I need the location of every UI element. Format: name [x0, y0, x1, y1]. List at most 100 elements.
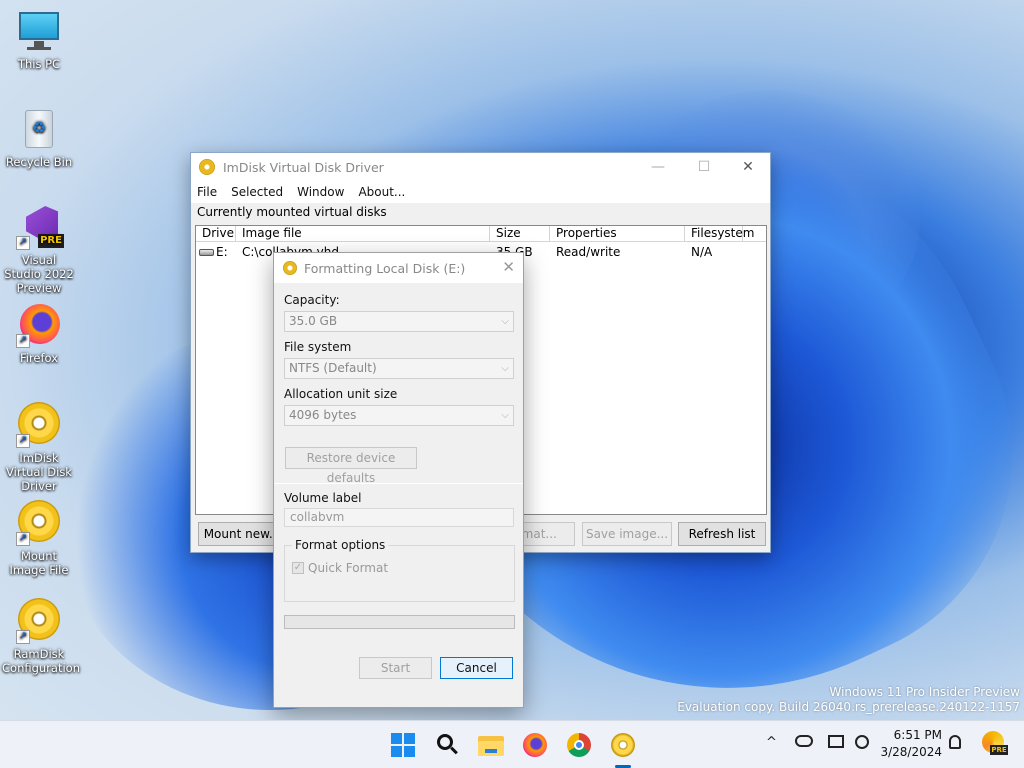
column-drive[interactable]: Drive — [196, 226, 236, 241]
volume-label-input[interactable]: collabvm — [284, 508, 514, 527]
chevron-down-icon: ⌵ — [501, 410, 509, 421]
desktop-icon-label: This PC — [17, 57, 61, 71]
start-button[interactable]: Start — [359, 657, 432, 679]
desktop-icon-ramdisk[interactable]: ↗ RamDisk Configuration — [2, 596, 80, 675]
capacity-value: 35.0 GB — [289, 314, 338, 328]
recycle-bin-icon: ♻ — [16, 106, 62, 152]
minimize-button[interactable]: — — [635, 153, 681, 181]
start-icon[interactable] — [387, 729, 419, 761]
preview-badge: PRE — [38, 234, 64, 248]
drive-letter: E: — [216, 245, 228, 259]
shortcut-arrow-icon: ↗ — [16, 532, 30, 546]
properties-cell: Read/write — [556, 245, 621, 259]
desktop-icon-label: Firefox — [19, 351, 59, 365]
capacity-select[interactable]: 35.0 GB ⌵ — [284, 311, 514, 332]
desktop-icon-mount-image[interactable]: ↗ Mount Image File — [2, 498, 76, 577]
disc-icon — [283, 261, 297, 275]
window-title: ImDisk Virtual Disk Driver — [223, 159, 384, 175]
format-progress-bar — [284, 615, 515, 629]
drive-icon — [199, 248, 214, 256]
disc-icon: ↗ — [16, 598, 62, 644]
shortcut-arrow-icon: ↗ — [16, 434, 30, 448]
shortcut-arrow-icon: ↗ — [16, 236, 30, 250]
menu-file[interactable]: File — [197, 185, 217, 199]
desktop-icon-this-pc[interactable]: This PC — [2, 8, 76, 71]
desktop-icon-firefox[interactable]: ↗ Firefox — [2, 302, 76, 365]
firefox-icon: ↗ — [16, 302, 62, 348]
checkmark-icon: ✓ — [292, 562, 304, 574]
disc-icon: ↗ — [16, 402, 62, 448]
format-dialog: Formatting Local Disk (E:) ✕ Capacity: 3… — [273, 252, 524, 708]
desktop-icon-label: Mount Image File — [9, 549, 69, 577]
copilot-icon[interactable]: PRE — [982, 731, 1008, 757]
notification-bell-icon[interactable] — [949, 735, 961, 749]
refresh-list-button[interactable]: Refresh list — [678, 522, 766, 546]
file-system-value: NTFS (Default) — [289, 361, 377, 375]
capacity-label: Capacity: — [284, 293, 340, 307]
chrome-icon[interactable] — [563, 729, 595, 761]
column-image-file[interactable]: Image file — [236, 226, 490, 241]
tray-chevron-icon[interactable]: ^ — [766, 735, 777, 750]
menu-window[interactable]: Window — [297, 185, 344, 199]
shortcut-arrow-icon: ↗ — [16, 630, 30, 644]
desktop-icon-imdisk[interactable]: ↗ ImDisk Virtual Disk Driver — [2, 400, 76, 493]
display-icon[interactable] — [828, 735, 844, 748]
clock-time: 6:51 PM — [893, 728, 942, 742]
clock[interactable]: 6:51 PM 3/28/2024 — [880, 727, 942, 761]
onedrive-offline-icon[interactable] — [795, 735, 813, 747]
desktop-icon-recycle-bin[interactable]: ♻ Recycle Bin — [2, 106, 76, 169]
monitor-icon — [16, 8, 62, 54]
watermark-build: Evaluation copy. Build 26040.rs_prerelea… — [677, 700, 1020, 714]
imdisk-titlebar[interactable]: ImDisk Virtual Disk Driver — ☐ ✕ — [191, 153, 770, 181]
clock-date: 3/28/2024 — [880, 745, 942, 759]
watermark-edition: Windows 11 Pro Insider Preview — [829, 685, 1020, 699]
quick-format-label: Quick Format — [308, 561, 389, 575]
volume-label-label: Volume label — [284, 491, 362, 505]
dialog-titlebar[interactable]: Formatting Local Disk (E:) ✕ — [274, 253, 523, 283]
column-filesystem[interactable]: Filesystem — [685, 226, 754, 241]
shortcut-arrow-icon: ↗ — [16, 334, 30, 348]
visual-studio-icon: PRE ↗ — [16, 204, 64, 250]
file-system-label: File system — [284, 340, 352, 354]
format-options-label: Format options — [292, 538, 389, 552]
allocation-unit-label: Allocation unit size — [284, 387, 398, 401]
filesystem-cell: N/A — [691, 245, 713, 259]
divider — [274, 483, 523, 484]
disc-icon: ↗ — [16, 500, 62, 546]
volume-muted-icon[interactable] — [855, 735, 869, 749]
quick-format-checkbox[interactable]: ✓ Quick Format — [292, 561, 388, 575]
cancel-button[interactable]: Cancel — [440, 657, 513, 679]
mounted-disks-label: Currently mounted virtual disks — [191, 203, 770, 221]
restore-defaults-button[interactable]: Restore device defaults — [285, 447, 417, 485]
menu-selected[interactable]: Selected — [231, 185, 283, 199]
preview-badge: PRE — [990, 745, 1008, 755]
chevron-down-icon: ⌵ — [501, 363, 509, 374]
desktop-icon-label: Recycle Bin — [5, 155, 73, 169]
taskbar: ^ 6:51 PM 3/28/2024 PRE — [0, 720, 1024, 768]
os-watermark: Windows 11 Pro Insider Preview Evaluatio… — [677, 685, 1020, 715]
close-button[interactable]: ✕ — [502, 258, 515, 276]
allocation-unit-value: 4096 bytes — [289, 408, 357, 422]
close-button[interactable]: ✕ — [725, 153, 771, 181]
column-properties[interactable]: Properties — [550, 226, 685, 241]
file-system-select[interactable]: NTFS (Default) ⌵ — [284, 358, 514, 379]
search-icon[interactable] — [431, 729, 463, 761]
desktop-icon-label: RamDisk Configuration — [2, 647, 80, 675]
desktop-icon-label: ImDisk Virtual Disk Driver — [6, 451, 72, 493]
dialog-title: Formatting Local Disk (E:) — [304, 260, 466, 276]
desktop-icon-visual-studio[interactable]: PRE ↗ Visual Studio 2022 Preview — [2, 204, 76, 295]
format-options-group: Format options ✓ Quick Format — [284, 538, 515, 602]
imdisk-icon[interactable] — [607, 729, 639, 768]
menu-about[interactable]: About... — [358, 185, 405, 199]
column-size[interactable]: Size — [490, 226, 550, 241]
save-image-button[interactable]: Save image... — [582, 522, 672, 546]
menu-bar: File Selected Window About... — [191, 181, 770, 203]
chevron-down-icon: ⌵ — [501, 316, 509, 327]
desktop-icon-label: Visual Studio 2022 Preview — [4, 253, 74, 295]
file-explorer-icon[interactable] — [475, 729, 507, 761]
allocation-unit-select[interactable]: 4096 bytes ⌵ — [284, 405, 514, 426]
list-header: Drive Image file Size Properties Filesys… — [196, 226, 766, 242]
disc-icon — [199, 159, 215, 175]
firefox-icon[interactable] — [519, 729, 551, 761]
maximize-button[interactable]: ☐ — [681, 153, 727, 181]
